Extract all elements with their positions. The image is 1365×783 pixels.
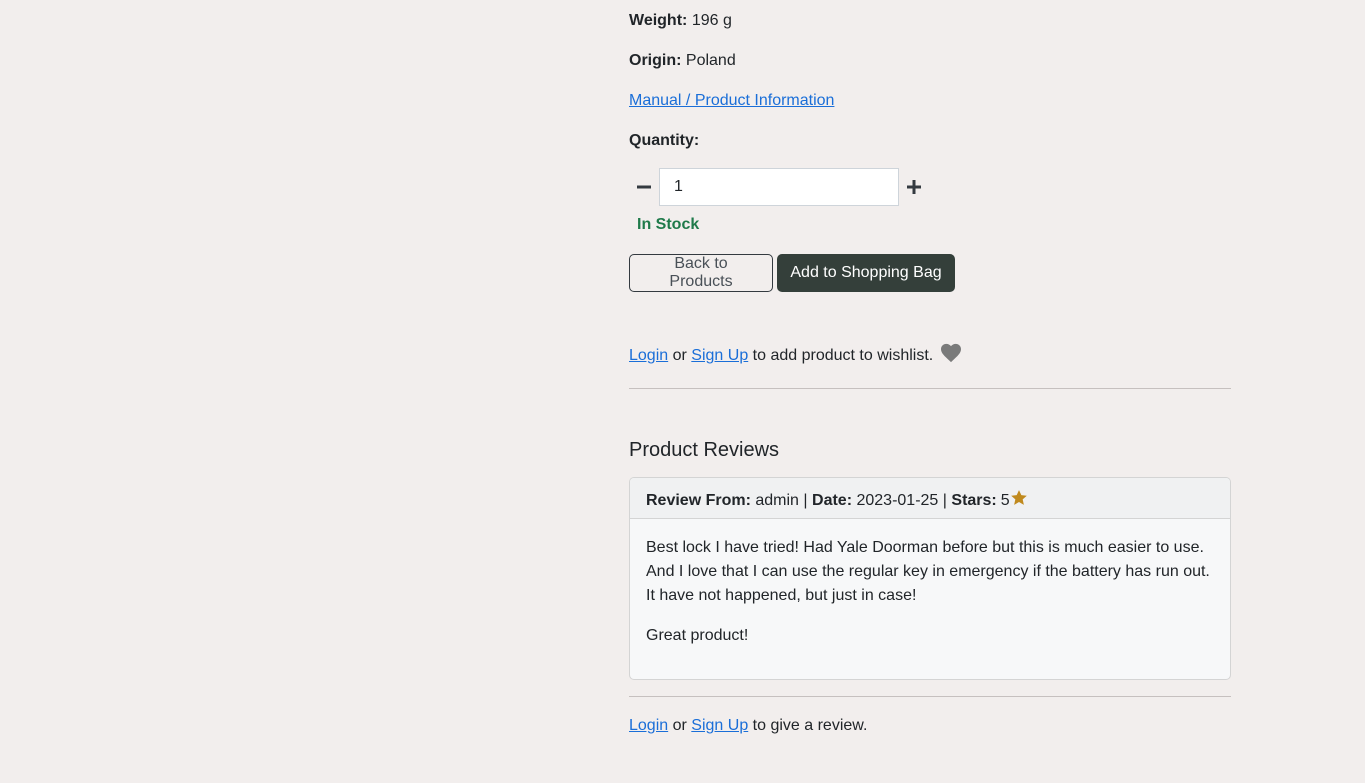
origin-label: Origin: — [629, 52, 682, 69]
review-date: 2023-01-25 — [856, 492, 939, 509]
decrement-button[interactable] — [629, 168, 659, 206]
wishlist-suffix-text: to add product to wishlist. — [752, 347, 934, 364]
divider — [629, 388, 1231, 389]
increment-button[interactable] — [899, 168, 929, 206]
minus-icon — [637, 185, 651, 189]
wishlist-prompt: Login or Sign Up to add product to wishl… — [629, 343, 962, 366]
review-separator: | — [803, 492, 808, 509]
review-paragraph: Best lock I have tried! Had Yale Doorman… — [646, 539, 1210, 604]
heart-icon[interactable] — [940, 343, 962, 363]
review-separator: | — [942, 492, 947, 509]
quantity-stepper — [629, 168, 929, 206]
review-body: Best lock I have tried! Had Yale Doorman… — [646, 536, 1216, 664]
back-to-products-button[interactable]: Back to Products — [629, 254, 773, 292]
origin-value: Poland — [685, 52, 736, 69]
reviews-heading: Product Reviews — [629, 439, 780, 461]
review-card-header: Review From: admin | Date: 2023-01-25 | … — [630, 478, 1230, 519]
quantity-input[interactable] — [659, 168, 899, 206]
plus-icon — [907, 180, 921, 194]
review-stars-value: 5 — [1000, 492, 1010, 509]
review-card: Review From: admin | Date: 2023-01-25 | … — [629, 477, 1231, 680]
weight-label: Weight: — [629, 12, 688, 29]
review-or-text: or — [672, 717, 687, 734]
review-paragraph: Great product! — [646, 627, 749, 644]
weight-row: Weight: 196 g — [629, 11, 732, 31]
review-prompt: Login or Sign Up to give a review. — [629, 716, 867, 736]
weight-value: 196 g — [691, 12, 732, 29]
review-suffix-text: to give a review. — [752, 717, 868, 734]
quantity-label: Quantity: — [629, 132, 700, 149]
review-from-label: Review From: — [646, 492, 751, 509]
divider — [629, 696, 1231, 697]
stock-status: In Stock — [637, 216, 700, 233]
wishlist-or-text: or — [672, 347, 687, 364]
review-date-label: Date: — [812, 492, 853, 509]
manual-row: Manual / Product Information — [629, 91, 834, 111]
review-login-link[interactable]: Login — [629, 717, 668, 734]
review-signup-link[interactable]: Sign Up — [691, 717, 748, 734]
star-icon — [1010, 490, 1027, 505]
origin-row: Origin: Poland — [629, 51, 736, 71]
wishlist-signup-link[interactable]: Sign Up — [691, 347, 748, 364]
add-to-bag-button[interactable]: Add to Shopping Bag — [777, 254, 955, 292]
manual-link[interactable]: Manual / Product Information — [629, 92, 834, 109]
review-author: admin — [755, 492, 799, 509]
wishlist-login-link[interactable]: Login — [629, 347, 668, 364]
review-stars-label: Stars: — [951, 492, 997, 509]
